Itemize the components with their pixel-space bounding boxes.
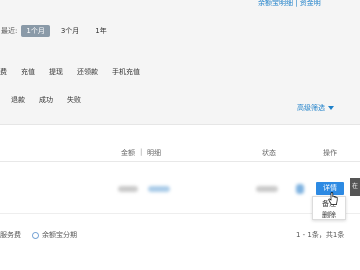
- legend-yuebao: 余额宝分期: [32, 230, 77, 240]
- type-withdraw[interactable]: 提现: [49, 67, 63, 77]
- advanced-filter-label: 高级筛选: [297, 104, 325, 112]
- blurred-detail-link[interactable]: [148, 186, 170, 192]
- column-header-detail: 明细: [147, 149, 161, 157]
- filter-panel: 余额宝明细 | 资金明 最近: 1个月 3个月 1年 费 充值 提现 还领款 手…: [0, 0, 360, 125]
- period-chip-1-month[interactable]: 1个月: [21, 25, 50, 37]
- side-tab[interactable]: 在: [350, 178, 360, 196]
- caret-down-icon: [328, 106, 334, 110]
- status-refund[interactable]: 退款: [11, 95, 25, 105]
- blurred-status: [256, 186, 278, 192]
- period-chip-3-months[interactable]: 3个月: [56, 25, 84, 37]
- column-header-action: 操作: [323, 149, 337, 157]
- status-success[interactable]: 成功: [39, 95, 53, 105]
- table-row: [0, 162, 360, 214]
- type-phone-recharge[interactable]: 手机充值: [112, 67, 140, 77]
- pagination-info: 1 - 1条，共1条: [296, 231, 345, 239]
- legend-service-fee-label: 服务费: [0, 231, 21, 239]
- period-filter-row: 最近: 1个月 3个月 1年: [0, 24, 118, 38]
- status-failed[interactable]: 失败: [67, 95, 81, 105]
- legend-dot-icon: [32, 231, 39, 239]
- blurred-action: [296, 184, 304, 194]
- period-chip-1-year[interactable]: 1年: [90, 25, 111, 37]
- hand-cursor-icon: [328, 192, 338, 205]
- column-header-amount: 金额: [121, 149, 135, 157]
- column-header-status: 状态: [262, 149, 276, 157]
- blurred-amount: [118, 186, 138, 192]
- type-filter-row: 费 充值 提现 还领款 手机充值: [0, 66, 154, 78]
- period-label: 最近:: [1, 27, 18, 35]
- table-header: 金额 | 明细 状态 操作: [0, 140, 360, 162]
- advanced-filter-link[interactable]: 高级筛选: [297, 103, 334, 113]
- balance-detail-link[interactable]: 余额宝明细 | 资金明: [258, 0, 321, 8]
- type-recharge[interactable]: 充值: [21, 67, 35, 77]
- column-header-separator: |: [140, 148, 143, 156]
- legend-service-fee: 服务费: [0, 230, 21, 240]
- legend-yuebao-label: 余额宝分期: [42, 231, 77, 239]
- type-fee[interactable]: 费: [0, 67, 7, 77]
- status-filter-row: 退款 成功 失败: [0, 94, 95, 106]
- table-footer: 服务费 余额宝分期 1 - 1条，共1条: [0, 226, 360, 246]
- type-repayment[interactable]: 还领款: [77, 67, 98, 77]
- delete-menu-item[interactable]: 删除: [322, 210, 336, 220]
